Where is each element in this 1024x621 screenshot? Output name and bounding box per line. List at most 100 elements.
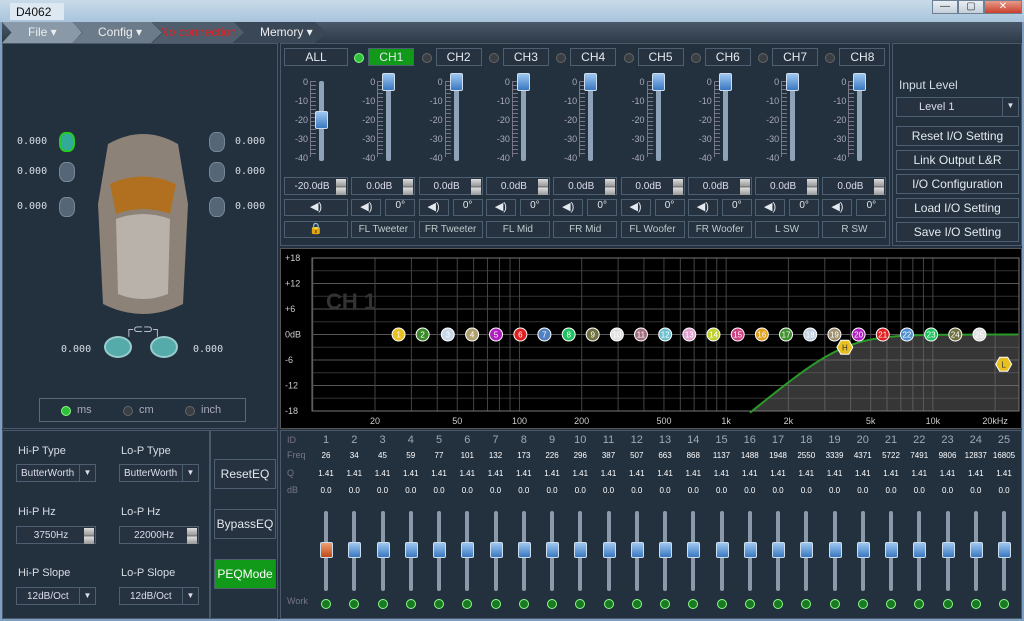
mute-speaker-icon[interactable]: ◀)	[755, 199, 786, 216]
channel-select-ch6[interactable]: CH6	[704, 48, 751, 66]
menu-config[interactable]: Config ▾	[72, 22, 162, 43]
hp-type-dropdown[interactable]: ButterWorth ▼	[16, 464, 96, 482]
fader-track[interactable]	[790, 81, 796, 161]
band-slider-handle[interactable]	[546, 542, 559, 558]
fader-track[interactable]	[655, 81, 661, 161]
band-slider-handle[interactable]	[800, 542, 814, 558]
spinner-icon[interactable]	[605, 179, 616, 195]
gain-input[interactable]: 0.0dB	[351, 177, 416, 195]
fader-handle[interactable]	[853, 73, 867, 91]
gain-input[interactable]: 0.0dB	[553, 177, 618, 195]
subwoofer-left-icon[interactable]	[104, 336, 132, 358]
input-level-dropdown[interactable]: Level 1 ▼	[896, 97, 1019, 117]
band-slider-handle[interactable]	[376, 542, 390, 558]
fader-track[interactable]	[857, 81, 863, 161]
gain-input[interactable]: 0.0dB	[755, 177, 820, 195]
unit-radio-inch[interactable]	[185, 406, 195, 416]
eq-point-20[interactable]: 20	[851, 327, 866, 342]
eq-point-22[interactable]: 22	[899, 327, 914, 342]
band-slider-handle[interactable]	[461, 542, 475, 558]
band-work-led[interactable]	[688, 599, 699, 609]
channel-led[interactable]	[421, 53, 432, 63]
channel-name-label[interactable]: FL Tweeter	[351, 221, 416, 238]
hp-hz-input[interactable]: 3750Hz	[16, 526, 96, 544]
band-slider-handle[interactable]	[687, 542, 701, 558]
band-slider-handle[interactable]	[885, 542, 898, 558]
channel-select-ch8[interactable]: CH8	[839, 48, 886, 66]
band-work-led[interactable]	[744, 599, 755, 609]
spinner-icon[interactable]	[470, 179, 481, 195]
io-button-0[interactable]: Reset I/O Setting	[896, 126, 1019, 146]
fader-track[interactable]	[588, 81, 594, 161]
mute-speaker-icon[interactable]: ◀)	[418, 199, 449, 216]
channel-led[interactable]	[825, 53, 836, 63]
eq-point-18[interactable]: 18	[803, 327, 818, 342]
channel-name-label[interactable]: FR Tweeter	[418, 221, 483, 238]
io-button-3[interactable]: Load I/O Setting	[896, 198, 1019, 218]
band-work-led[interactable]	[942, 599, 953, 609]
eq-point-14[interactable]: 14	[706, 327, 721, 342]
band-work-led[interactable]	[886, 599, 896, 609]
channel-led[interactable]	[758, 53, 769, 63]
spinner-icon[interactable]	[807, 179, 818, 195]
speaker-icon[interactable]	[59, 162, 75, 182]
gain-input[interactable]: 0.0dB	[418, 177, 483, 195]
lp-hz-input[interactable]: 22000Hz	[119, 526, 199, 544]
band-slider-handle[interactable]	[743, 542, 757, 558]
channel-name-label[interactable]: FL Woofer	[620, 221, 685, 238]
channel-name-label[interactable]: FR Mid	[553, 221, 618, 238]
mute-speaker-icon[interactable]: ◀)	[553, 199, 584, 216]
phase-button[interactable]: 0°	[789, 199, 820, 216]
eq-point-9[interactable]: 9	[585, 327, 600, 342]
fader-handle[interactable]	[651, 73, 665, 91]
channel-select-ch2[interactable]: CH2	[435, 48, 482, 66]
speaker-icon[interactable]	[209, 197, 225, 217]
spinner-icon[interactable]	[84, 528, 94, 544]
band-slider-handle[interactable]	[715, 542, 729, 558]
band-work-led[interactable]	[377, 599, 388, 609]
band-slider-handle[interactable]	[969, 542, 983, 558]
fader-handle[interactable]	[786, 73, 800, 91]
eq-point-24[interactable]: 24	[948, 327, 963, 342]
channel-select-ch5[interactable]: CH5	[637, 48, 684, 66]
band-slider-handle[interactable]	[602, 542, 616, 558]
band-work-led[interactable]	[914, 599, 925, 609]
channel-name-label[interactable]: FL Mid	[485, 221, 550, 238]
maximize-button[interactable]: ▢	[958, 0, 984, 14]
eq-point-6[interactable]: 6	[513, 327, 528, 342]
unit-radio-cm[interactable]	[123, 406, 133, 416]
phase-button[interactable]: 0°	[452, 199, 483, 216]
gain-input[interactable]: 0.0dB	[620, 177, 685, 195]
fader-handle[interactable]	[516, 73, 530, 91]
band-work-led[interactable]	[829, 599, 840, 609]
phase-button[interactable]: 0°	[385, 199, 416, 216]
eq-point-10[interactable]: 10	[609, 327, 624, 342]
lp-slope-dropdown[interactable]: 12dB/Oct ▼	[119, 587, 199, 605]
eq-point-21[interactable]: 21	[875, 327, 890, 342]
band-work-led[interactable]	[490, 599, 501, 609]
eq-point-13[interactable]: 13	[682, 327, 697, 342]
io-button-1[interactable]: Link Output L&R	[896, 150, 1019, 170]
channel-select-ch1[interactable]: CH1	[368, 48, 415, 66]
hp-slope-dropdown[interactable]: 12dB/Oct ▼	[16, 587, 96, 605]
mute-speaker-icon[interactable]: ◀)	[351, 199, 382, 216]
io-button-2[interactable]: I/O Configuration	[896, 174, 1019, 194]
band-work-led[interactable]	[970, 599, 981, 609]
band-work-led[interactable]	[857, 599, 868, 609]
band-work-led[interactable]	[660, 599, 670, 609]
bypass-eq-button[interactable]: BypassEQ	[214, 509, 276, 539]
speaker-icon[interactable]	[59, 132, 75, 152]
band-slider-handle[interactable]	[856, 542, 870, 558]
close-button[interactable]: ✕	[984, 0, 1022, 14]
eq-point-7[interactable]: 7	[537, 327, 552, 342]
peq-mode-button[interactable]: PEQMode	[214, 559, 276, 589]
band-slider-handle[interactable]	[517, 542, 531, 558]
speaker-icon[interactable]	[209, 162, 225, 182]
gain-input[interactable]: 0.0dB	[822, 177, 887, 195]
eq-point-12[interactable]: 12	[658, 327, 673, 342]
minimize-button[interactable]: —	[932, 0, 958, 14]
spinner-icon[interactable]	[672, 179, 683, 195]
phase-button[interactable]: 0°	[654, 199, 685, 216]
eq-graph[interactable]: CH 1 +18 +12 +6 0dB -6 -12 -18 20 50 100 200 500 1k 2k…	[280, 248, 1022, 429]
band-slider-handle[interactable]	[404, 542, 418, 558]
